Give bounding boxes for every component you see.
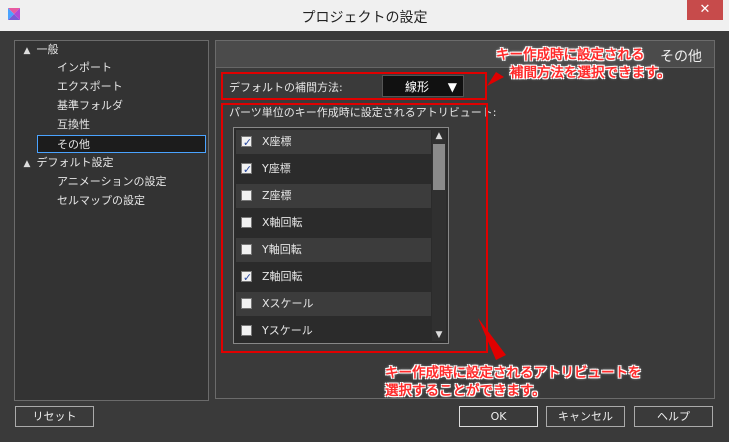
annotation-callout-interpolation: キー作成時に設定される 補間方法を選択できます。 [496, 46, 671, 82]
tree-item-label: エクスポート [57, 80, 123, 93]
settings-tree: ▲ 一般 インポート エクスポート 基準フォルダ 互換性 その他 ▲ デフォルト… [14, 40, 209, 401]
reset-button[interactable]: リセット [15, 406, 94, 427]
window-title: プロジェクトの設定 [301, 10, 428, 26]
callout-line: 選択することができます。 [385, 383, 546, 399]
tree-item-label: アニメーションの設定 [57, 175, 167, 188]
tree-item-general[interactable]: ▲ 一般 [21, 41, 59, 59]
tree-item-cellmap-settings[interactable]: セルマップの設定 [57, 192, 145, 210]
callout-line: キー作成時に設定される [496, 47, 645, 63]
tree-item-animation-settings[interactable]: アニメーションの設定 [57, 173, 167, 191]
tree-item-label: セルマップの設定 [57, 194, 145, 207]
tree-item-label: インポート [57, 61, 112, 74]
tree-item-export[interactable]: エクスポート [57, 78, 123, 96]
title-bar: プロジェクトの設定 ✕ [0, 0, 729, 31]
tree-item-other[interactable]: その他 [37, 135, 206, 153]
close-button[interactable]: ✕ [687, 0, 723, 20]
annotation-box-interpolation [221, 72, 487, 100]
cancel-button[interactable]: キャンセル [546, 406, 625, 427]
tree-item-label: 互換性 [57, 118, 90, 131]
annotation-callout-attributes: キー作成時に設定されるアトリビュートを 選択することができます。 [385, 364, 642, 400]
tree-item-default-settings[interactable]: ▲ デフォルト設定 [21, 154, 114, 172]
tree-item-import[interactable]: インポート [57, 59, 112, 77]
help-button[interactable]: ヘルプ [634, 406, 713, 427]
tree-item-label: 基準フォルダ [57, 99, 123, 112]
ok-button[interactable]: OK [459, 406, 538, 427]
tree-item-label: デフォルト設定 [36, 156, 114, 169]
tree-item-base-folder[interactable]: 基準フォルダ [57, 97, 123, 115]
callout-line: 補間方法を選択できます。 [510, 65, 671, 81]
expand-icon[interactable]: ▲ [21, 155, 33, 173]
annotation-box-attributes [221, 103, 488, 353]
callout-line: キー作成時に設定されるアトリビュートを [385, 365, 642, 381]
expand-icon[interactable]: ▲ [21, 42, 33, 60]
tree-item-label: 一般 [36, 43, 59, 56]
tree-item-label: その他 [57, 138, 90, 151]
tree-item-compatibility[interactable]: 互換性 [57, 116, 90, 134]
